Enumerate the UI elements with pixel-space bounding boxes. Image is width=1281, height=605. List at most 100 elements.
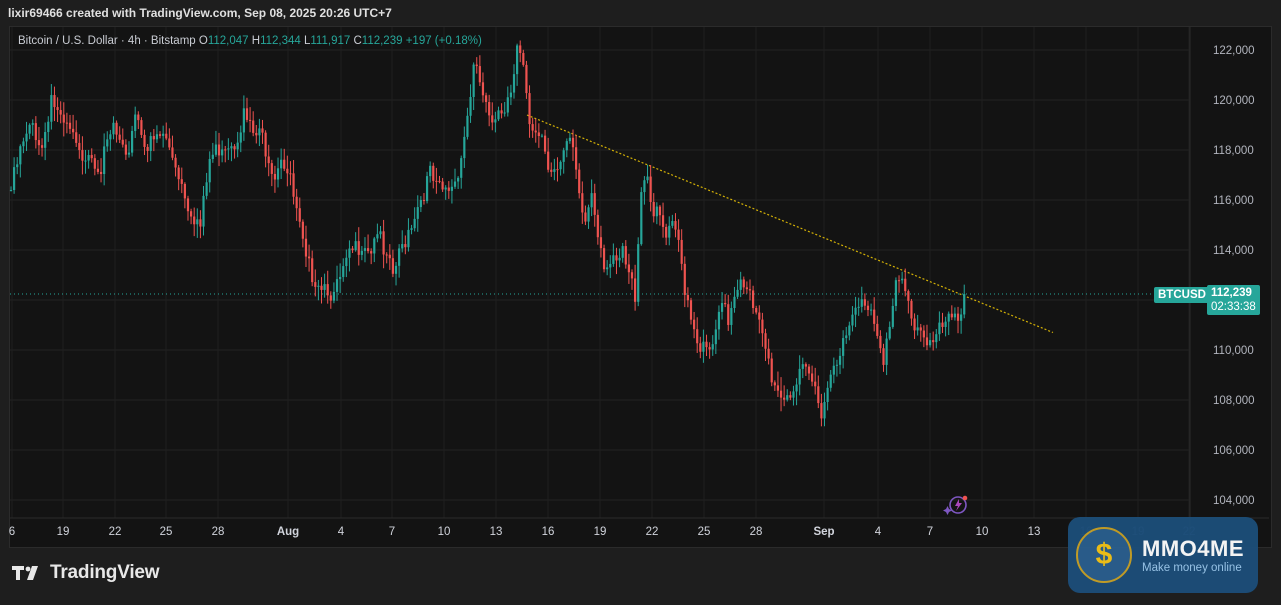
candle-body: [326, 284, 329, 296]
candlestick-chart[interactable]: 104,000106,000108,000110,000112,000114,0…: [0, 0, 1281, 605]
candle: [261, 119, 264, 144]
candle-body: [634, 278, 637, 302]
candle: [935, 329, 938, 349]
candle: [891, 298, 894, 329]
candle: [559, 160, 562, 176]
candle: [798, 355, 801, 396]
candle-body: [25, 133, 28, 142]
candle-body: [429, 165, 432, 177]
candle: [838, 347, 842, 375]
candle: [568, 132, 571, 144]
candle: [913, 313, 916, 339]
candle-body: [739, 279, 742, 290]
x-tick-label: 13: [1028, 526, 1041, 538]
candle-body: [500, 110, 503, 114]
tradingview-brand: TradingView: [50, 562, 160, 583]
candle: [283, 148, 286, 172]
candle-body: [255, 132, 258, 136]
y-tick-label: 118,000: [1213, 145, 1254, 157]
candle-body: [441, 181, 444, 190]
candle-body: [404, 244, 407, 248]
candle-body: [860, 299, 863, 307]
tradingview-logo[interactable]: TradingView: [12, 562, 160, 584]
x-tick-label: 6: [9, 526, 15, 538]
candle: [810, 365, 814, 387]
candle-body: [758, 312, 761, 320]
candle-body: [528, 93, 531, 125]
candle: [792, 385, 795, 406]
candle: [407, 218, 410, 252]
last-price-value: 112,239: [1211, 287, 1252, 299]
candle-body: [776, 385, 780, 391]
candle: [81, 136, 84, 175]
candle-body: [127, 152, 131, 155]
candle-body: [171, 147, 174, 158]
candle: [16, 157, 19, 175]
candle-body: [227, 148, 230, 150]
candle: [295, 188, 298, 221]
candle-body: [705, 341, 708, 348]
candle: [444, 185, 447, 200]
candle: [829, 369, 832, 392]
lightning-icon[interactable]: [943, 495, 968, 515]
candle-body: [531, 124, 534, 131]
candle-body: [668, 225, 671, 238]
candle-body: [183, 183, 186, 199]
candle: [180, 167, 183, 194]
candle-body: [655, 206, 658, 217]
candle: [817, 375, 820, 409]
candle: [733, 286, 736, 313]
candle: [652, 193, 655, 223]
candle: [478, 55, 481, 87]
candle: [130, 125, 134, 157]
candle-body: [801, 364, 804, 369]
candle-body: [447, 187, 450, 191]
candle-body: [618, 257, 621, 261]
candle: [115, 120, 118, 143]
candle: [304, 225, 308, 268]
candle-body: [239, 132, 242, 143]
candle-body: [143, 134, 146, 147]
candle: [280, 148, 283, 179]
candle-body: [410, 228, 413, 230]
candle: [109, 129, 112, 151]
candle-body: [584, 212, 587, 222]
candle: [370, 248, 373, 265]
candle-body: [40, 145, 44, 148]
candle: [612, 243, 615, 267]
candle-body: [913, 318, 916, 331]
candle: [584, 205, 587, 226]
candle-body: [751, 290, 755, 309]
candle-body: [596, 214, 599, 238]
candle: [904, 268, 907, 297]
candle: [748, 279, 752, 301]
y-tick-label: 116,000: [1213, 195, 1254, 207]
watermark-title: MMO4ME: [1142, 536, 1244, 561]
candle: [93, 154, 96, 176]
candle-body: [376, 234, 379, 239]
candle-body: [575, 147, 578, 170]
candle-body: [779, 390, 783, 398]
candle: [497, 106, 500, 122]
candle-body: [47, 121, 50, 133]
candle-body: [298, 208, 301, 222]
candle-body: [488, 102, 491, 116]
candle-body: [469, 96, 472, 116]
candle-body: [677, 229, 680, 240]
candle-body: [810, 373, 814, 382]
candle-body: [547, 151, 550, 170]
candle-body: [606, 267, 609, 270]
candle: [693, 311, 696, 339]
candle: [717, 305, 721, 340]
x-tick-label: 25: [160, 526, 173, 538]
gridlines: [10, 27, 1190, 518]
candle: [885, 332, 888, 376]
candle: [258, 118, 261, 147]
symbol-label[interactable]: Bitcoin / U.S. Dollar · 4h · Bitstamp: [18, 35, 196, 47]
candle: [435, 167, 438, 194]
candle: [273, 165, 277, 193]
candle: [401, 230, 404, 253]
candle: [491, 102, 494, 131]
candle-body: [658, 206, 662, 216]
candle-body: [401, 244, 404, 249]
